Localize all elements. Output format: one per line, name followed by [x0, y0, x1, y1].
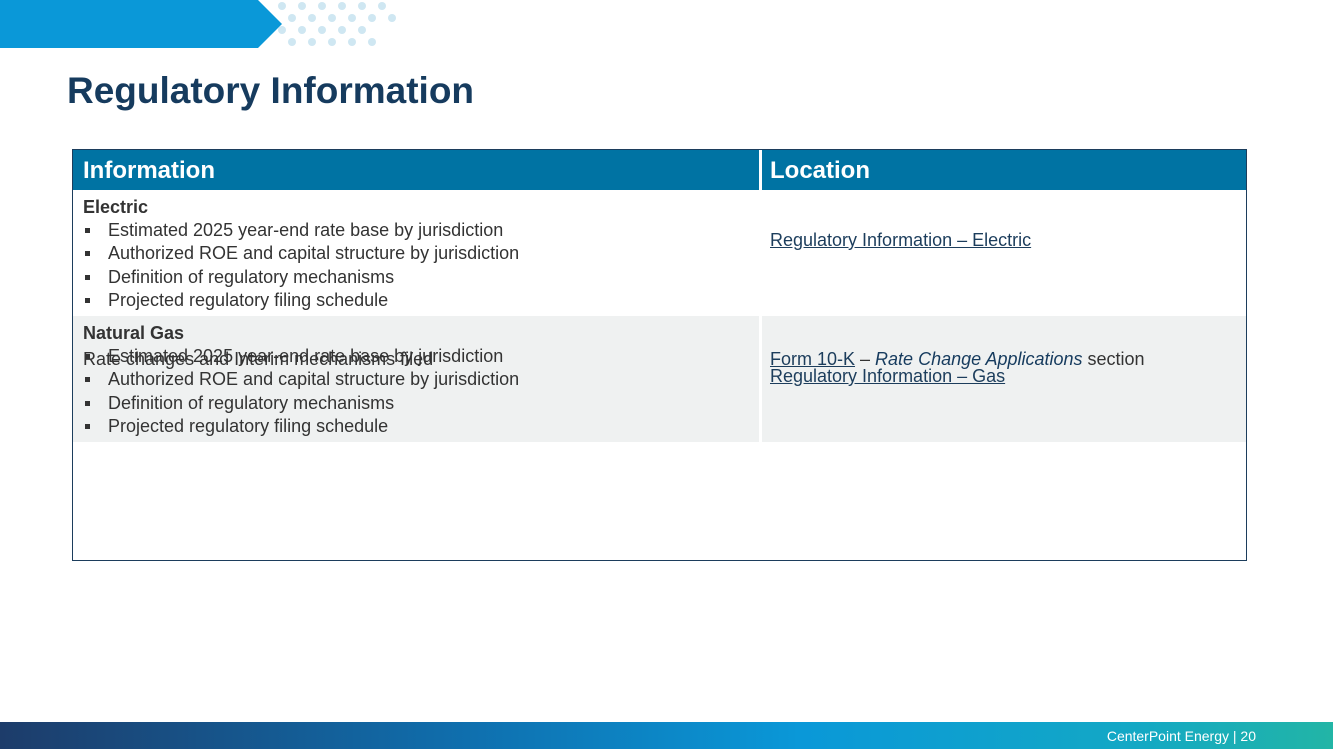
electric-title: Electric [83, 197, 149, 217]
electric-info-cell: Electric Estimated 2025 year-end rate ba… [83, 196, 519, 312]
electric-location-cell: Regulatory Information – Electric [770, 230, 1031, 251]
dot-pattern-decoration [278, 2, 396, 46]
header-location: Location [770, 157, 870, 184]
table-row-electric: Electric Estimated 2025 year-end rate ba… [73, 190, 1246, 316]
section-suffix: section [1082, 349, 1145, 369]
column-divider [759, 316, 762, 442]
rate-change-applications-text: Rate Change Applications [875, 349, 1083, 369]
list-item: Authorized ROE and capital structure by … [83, 368, 519, 391]
regulatory-electric-link[interactable]: Regulatory Information – Electric [770, 230, 1031, 250]
electric-bullet-list: Estimated 2025 year-end rate base by jur… [83, 219, 519, 312]
page-title: Regulatory Information [67, 70, 475, 111]
rate-changes-text: Rate changes and Interim mechanisms file… [83, 349, 434, 369]
gas-title: Natural Gas [83, 323, 185, 343]
list-item: Projected regulatory filing schedule [83, 415, 519, 438]
list-item: Definition of regulatory mechanisms [83, 392, 519, 415]
table-header-row: Information Location [73, 150, 1246, 190]
header-divider [759, 150, 762, 190]
table-row-natural-gas: Natural Gas Estimated 2025 year-end rate… [73, 316, 1246, 442]
column-divider [759, 190, 762, 316]
regulatory-table: Information Location Electric Estimated … [72, 149, 1247, 561]
form-10k-link[interactable]: Form 10-K [770, 349, 855, 369]
gas-info-cell: Natural Gas Estimated 2025 year-end rate… [83, 322, 519, 438]
rate-location-cell: Form 10-K – Rate Change Applications sec… [770, 349, 1145, 370]
list-item: Authorized ROE and capital structure by … [83, 242, 519, 265]
header-information: Information [83, 157, 215, 184]
list-item: Definition of regulatory mechanisms [83, 266, 519, 289]
top-accent-band [0, 0, 282, 48]
table-row-rate-changes [73, 442, 1246, 560]
footer-page-label: CenterPoint Energy | 20 [1106, 728, 1256, 744]
list-item: Estimated 2025 year-end rate base by jur… [83, 219, 519, 242]
location-dash: – [855, 349, 876, 369]
list-item: Projected regulatory filing schedule [83, 289, 519, 312]
